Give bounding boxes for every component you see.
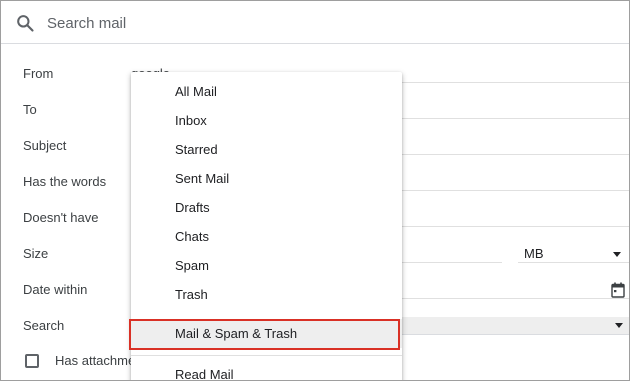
- has-attachment-checkbox[interactable]: [25, 354, 39, 368]
- calendar-icon[interactable]: [611, 282, 625, 298]
- menu-item-label: Spam: [175, 258, 209, 273]
- chevron-down-icon[interactable]: [613, 252, 621, 257]
- menu-item-all-mail[interactable]: All Mail: [131, 77, 402, 106]
- size-value-field[interactable]: [401, 262, 502, 263]
- to-field[interactable]: [401, 118, 629, 119]
- chevron-down-icon[interactable]: [615, 323, 623, 328]
- from-label: From: [23, 66, 54, 81]
- menu-item-label: Chats: [175, 229, 209, 244]
- subject-field[interactable]: [401, 154, 629, 155]
- menu-item-spam[interactable]: Spam: [131, 251, 402, 280]
- menu-item-drafts[interactable]: Drafts: [131, 193, 402, 222]
- doesnt-have-field[interactable]: [401, 226, 629, 227]
- menu-item-sent-mail[interactable]: Sent Mail: [131, 164, 402, 193]
- date-within-field[interactable]: [401, 298, 629, 299]
- menu-divider: [131, 355, 402, 356]
- highlight-annotation-box: [129, 319, 400, 350]
- menu-item-label: Inbox: [175, 113, 207, 128]
- search-bar: [1, 1, 629, 44]
- advanced-search-panel: From To Subject Has the words Doesn't ha…: [0, 0, 630, 381]
- menu-item-label: Sent Mail: [175, 171, 230, 186]
- menu-item-label: Starred: [175, 142, 218, 157]
- to-label: To: [23, 102, 37, 117]
- search-scope-label: Search: [23, 318, 65, 333]
- menu-item-trash[interactable]: Trash: [131, 280, 402, 309]
- date-within-label: Date within: [23, 282, 88, 297]
- has-words-field[interactable]: [401, 190, 629, 191]
- search-input[interactable]: [47, 10, 607, 36]
- search-icon[interactable]: [15, 13, 35, 33]
- menu-item-inbox[interactable]: Inbox: [131, 106, 402, 135]
- search-scope-select[interactable]: [401, 317, 629, 335]
- size-unit-select[interactable]: MB: [524, 246, 544, 261]
- menu-item-label: All Mail: [175, 84, 217, 99]
- doesnt-have-label: Doesn't have: [23, 210, 99, 225]
- menu-item-label: Read Mail: [175, 367, 234, 381]
- menu-item-chats[interactable]: Chats: [131, 222, 402, 251]
- subject-label: Subject: [23, 138, 67, 153]
- size-label: Size: [23, 246, 49, 261]
- menu-item-starred[interactable]: Starred: [131, 135, 402, 164]
- menu-item-label: Drafts: [175, 200, 210, 215]
- has-words-label: Has the words: [23, 174, 107, 189]
- menu-item-read-mail[interactable]: Read Mail: [131, 360, 402, 381]
- size-unit-underline: [518, 262, 629, 263]
- menu-item-label: Trash: [175, 287, 208, 302]
- from-field[interactable]: [401, 82, 629, 83]
